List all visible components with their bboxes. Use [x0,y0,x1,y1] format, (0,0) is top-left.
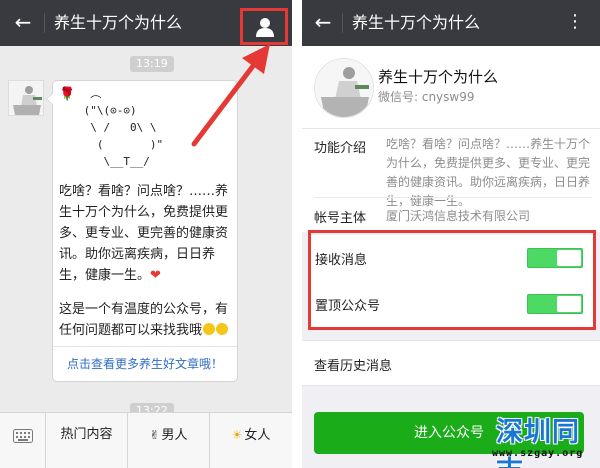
switch-knob [557,250,581,266]
owner-value: 厦门沃鸿信息技术有限公司 [386,209,531,223]
rose-emoji: 🌹 [59,87,76,102]
receive-messages-row: 接收消息 [311,235,593,281]
owner-label: 帐号主体 [314,211,367,226]
bottom-menu: 热门内容 ✌ 男人 ☀ 女人 [0,412,292,468]
menu-hot-content[interactable]: 热门内容 [46,413,128,468]
message-intro-text: 吃啥？看啥？问点啥？……养生十万个为什么，免费提供更多、更专业、更完善的健康资讯… [59,184,229,283]
menu-women[interactable]: ☀ 女人 [210,413,292,468]
account-name: 养生十万个为什么 [378,68,499,86]
history-messages-label: 查看历史消息 [314,359,393,374]
message-warm-text: 这是一个有温度的公众号，有任何问题都可以来找我哦 [59,302,229,338]
pin-account-row: 置顶公众号 [311,281,593,327]
intro-value: 吃啥？看啥？问点啥？……养生十万个为什么，免费提供更多、更专业、更完善的健康资讯… [386,137,591,208]
switch-knob [557,296,581,312]
history-messages-row[interactable]: 查看历史消息 [302,340,600,386]
chat-title: 养生十万个为什么 [54,13,183,32]
sun-icon: ☀ [231,428,243,442]
profile-header: ← 养生十万个为什么 ⋮ [302,0,600,46]
message-warm: 这是一个有温度的公众号，有任何问题都可以来找我哦 [59,299,235,341]
smiley-icon [216,323,229,335]
account-avatar[interactable] [8,80,44,116]
receive-messages-switch[interactable] [527,248,583,268]
header-divider [342,13,343,33]
menu-men-label: 男人 [161,428,188,443]
bubble-divider [53,346,237,347]
pin-account-label: 置顶公众号 [315,299,381,314]
account-card: 养生十万个为什么 微信号: cnysw99 [302,46,600,128]
intro-label: 功能介绍 [314,141,367,156]
heart-icon: ❤ [150,268,161,283]
account-profile-screen: ← 养生十万个为什么 ⋮ 养生十万个为什么 微信号: cnysw99 功能介绍 … [302,0,600,468]
account-info: 功能介绍 吃啥？看啥？问点啥？……养生十万个为什么，免费提供更多、更专业、更完善… [302,128,600,232]
arrow-left-icon[interactable]: ← [312,11,334,33]
account-avatar-large[interactable] [314,58,374,118]
more-articles-link[interactable]: 点击查看更多养生好文章哦！ [53,355,237,372]
menu-men[interactable]: ✌ 男人 [128,413,210,468]
chat-screen: ← 养生十万个为什么 13:19 🌹 ︵ ("\(⊙-⊙) \ / 0\ \ (… [0,0,292,468]
keyboard-toggle[interactable] [0,413,46,468]
menu-hot-content-label: 热门内容 [60,427,113,442]
pin-account-switch[interactable] [527,294,583,314]
more-vertical-icon[interactable]: ⋮ [566,11,584,33]
profile-title: 养生十万个为什么 [352,13,481,32]
keyboard-icon [13,429,33,443]
message-bubble[interactable]: 🌹 ︵ ("\(⊙-⊙) \ / 0\ \ ( )" \__T__/ 吃啥？看啥… [46,80,238,382]
arrow-left-icon[interactable]: ← [12,11,34,33]
message-intro: 吃啥？看啥？问点啥？……养生十万个为什么，免费提供更多、更专业、更完善的健康资讯… [59,181,235,286]
profile-button[interactable] [240,8,288,45]
header-divider [44,13,45,33]
person-icon [256,18,274,37]
smiley-icon [203,323,216,335]
menu-women-label: 女人 [244,428,271,443]
victory-hand-icon: ✌ [149,428,160,442]
enter-account-button[interactable]: 进入公众号 [314,412,584,454]
receive-messages-label: 接收消息 [315,253,368,268]
timestamp: 13:19 [130,56,174,72]
ascii-art: ︵ ("\(⊙-⊙) \ / 0\ \ ( )" \__T__/ [83,87,164,168]
wechat-id: 微信号: cnysw99 [378,90,475,104]
settings-highlight-box: 接收消息 置顶公众号 [308,230,596,330]
info-divider [314,197,592,198]
